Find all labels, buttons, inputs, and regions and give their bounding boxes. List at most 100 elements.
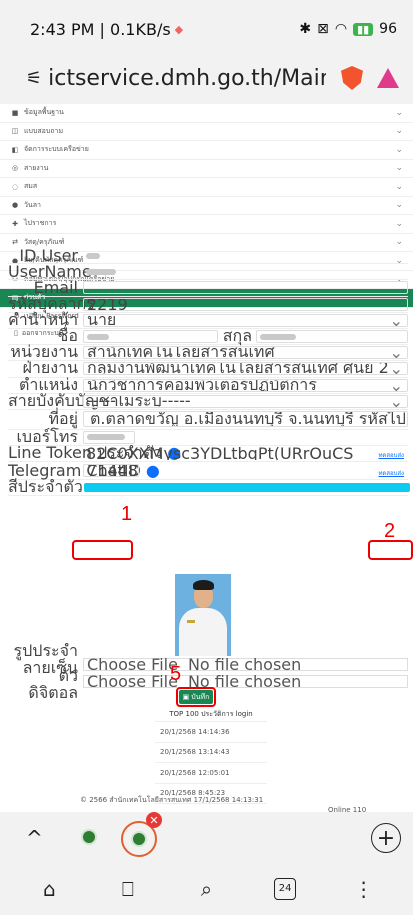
form-row-color: สีประจำตัว bbox=[8, 477, 410, 497]
account-value: -----ไม่ระบุ----- bbox=[87, 394, 191, 408]
menu-item-sms[interactable]: ◌ สมส ⌄ bbox=[0, 178, 413, 197]
username-field[interactable] bbox=[83, 265, 408, 278]
search-icon[interactable]: ⌕ bbox=[186, 869, 226, 909]
choose-file-button[interactable]: Choose File bbox=[87, 672, 178, 691]
bluetooth-icon: ✱ bbox=[299, 21, 312, 37]
position-value: นักวิชาการคอมพิวเตอร์ปฏิบัติการ bbox=[87, 378, 317, 392]
brave-rewards-icon[interactable] bbox=[377, 68, 399, 88]
menu-label: จัดการระบบเครือข่าย bbox=[24, 145, 89, 154]
chevron-down-icon: ⌄ bbox=[395, 181, 403, 192]
tabs-button[interactable]: 24 bbox=[265, 869, 305, 909]
line-test-send-link[interactable]: ทดสอบส่ง bbox=[378, 450, 404, 460]
telegram-test-send-link[interactable]: ทดสอบส่ง bbox=[378, 468, 404, 478]
prefix-select[interactable]: นาย ⌄ bbox=[83, 313, 408, 327]
url-bar: ⚟ ictservice.dmh.go.th/MainW bbox=[0, 58, 413, 98]
hair bbox=[193, 580, 214, 590]
menu-icon: ◎ bbox=[11, 164, 19, 173]
unit-select[interactable]: สำนักเทคโนโลยีสารสนเทศ ⌄ bbox=[83, 346, 408, 360]
table-row: 20/1/2568 13:14:43 bbox=[155, 743, 267, 763]
signature-file-input[interactable]: Choose File No file chosen bbox=[83, 672, 408, 691]
chevron-down-icon: ⌄ bbox=[395, 200, 403, 211]
email-field[interactable] bbox=[83, 281, 408, 295]
name-field[interactable] bbox=[83, 330, 218, 344]
unit-value: สำนักเทคโนโลยีสารสนเทศ bbox=[87, 346, 275, 360]
menu-icon: ◫ bbox=[11, 127, 19, 136]
chevron-down-icon: ⌄ bbox=[395, 218, 403, 229]
annotation-box-telegram-field bbox=[72, 540, 133, 560]
battery-icon: ▮▮ bbox=[353, 22, 374, 36]
id-field[interactable] bbox=[83, 249, 408, 262]
close-tab-icon[interactable]: ✕ bbox=[146, 812, 162, 828]
menu-label: วันลา bbox=[24, 200, 41, 209]
profile-form: ID User UserName Email รหัสบุคลากร 2219 … bbox=[8, 246, 410, 497]
chevron-down-icon: ⌄ bbox=[389, 378, 403, 392]
color-label: สีประจำตัว bbox=[8, 477, 83, 497]
chevron-down-icon: ⌄ bbox=[389, 313, 403, 327]
status-left: 2:43 PM | 0.1KB/s ◆ bbox=[30, 20, 183, 39]
battery-level: 96 bbox=[379, 21, 397, 37]
menu-item-official-trip[interactable]: ✚ ไปราชการ ⌄ bbox=[0, 215, 413, 234]
signature-upload-label: ลายเซ็นดิจิตอล bbox=[22, 658, 78, 702]
chevron-down-icon: ⌄ bbox=[395, 107, 403, 118]
emp-field[interactable]: 2219 bbox=[83, 297, 408, 311]
menu-icon: ⇄ bbox=[12, 238, 18, 247]
menu-item-survey[interactable]: ◫ แบบสอบถาม ⌄ bbox=[0, 123, 413, 141]
tab-count: 24 bbox=[274, 877, 297, 900]
chevron-down-icon: ⌄ bbox=[389, 394, 403, 408]
address-field[interactable]: ต.ตลาดขวัญ อ.เมืองนนทบุรี จ.นนทบุรี รหัส… bbox=[83, 411, 408, 428]
badge bbox=[187, 620, 195, 623]
chevron-down-icon: ⌄ bbox=[395, 126, 403, 137]
menu-label: สายงาน bbox=[24, 163, 49, 172]
bookmark-icon[interactable]: ⎕ bbox=[108, 869, 148, 909]
tab-strip: ^ ✕ + bbox=[0, 812, 413, 862]
telegram-chatid-field[interactable]: 7144858667 bbox=[83, 464, 139, 478]
address-bar[interactable]: ⚟ ictservice.dmh.go.th/MainW bbox=[26, 66, 326, 91]
menu-item-leave[interactable]: ● วันลา ⌄ bbox=[0, 197, 413, 215]
chevron-down-icon: ⌄ bbox=[395, 163, 403, 174]
status-bar: 2:43 PM | 0.1KB/s ◆ ✱ ⊠ ◠ ▮▮ 96 bbox=[0, 0, 413, 58]
photo-file-input[interactable]: Choose File No file chosen bbox=[83, 655, 408, 674]
copyright-text: © 2566 สำนักเทคโนโลยีสารสนเทศ bbox=[80, 796, 192, 804]
status-right: ✱ ⊠ ◠ ▮▮ 96 bbox=[299, 21, 397, 37]
menu-label: ไปราชการ bbox=[24, 219, 57, 228]
chevron-down-icon: ⌄ bbox=[389, 346, 403, 360]
home-icon[interactable]: ⌂ bbox=[29, 869, 69, 909]
menu-label: ข้อมูลพื้นฐาน bbox=[24, 108, 64, 117]
notification-icon: ◆ bbox=[174, 22, 184, 36]
surname-field[interactable] bbox=[256, 330, 408, 344]
site-settings-icon[interactable]: ⚟ bbox=[26, 68, 42, 89]
menu-icon[interactable]: ⋮ bbox=[344, 869, 384, 909]
wifi-icon: ◠ bbox=[334, 21, 348, 37]
division-select[interactable]: กลุ่มงานพัฒนาเทคโนโลยีสารสนเทศ ศูนย์ 2 ⌄ bbox=[83, 362, 408, 376]
annotation-box-save bbox=[176, 687, 216, 707]
division-value: กลุ่มงานพัฒนาเทคโนโลยีสารสนเทศ ศูนย์ 2 bbox=[87, 362, 389, 376]
account-select[interactable]: -----ไม่ระบุ----- ⌄ bbox=[83, 394, 408, 408]
tab-favicon bbox=[131, 831, 147, 847]
new-tab-button[interactable]: + bbox=[371, 823, 401, 853]
line-token-field[interactable]: 82C0XXMysc3YDLtbqPt(URrOuCSh8Cl0EVgeXc bbox=[83, 447, 353, 460]
table-row: 20/1/2568 14:14:36 bbox=[155, 722, 267, 743]
menu-icon: ■ bbox=[11, 108, 19, 117]
prefix-value: นาย bbox=[87, 313, 117, 327]
expand-tabs-icon[interactable]: ^ bbox=[26, 826, 43, 850]
menu-icon: ● bbox=[11, 201, 19, 210]
login-history-table: TOP 100 ประวัติการ login 20/1/2568 14:14… bbox=[155, 708, 267, 804]
menu-icon: ✚ bbox=[12, 219, 18, 228]
brave-shield-icon[interactable] bbox=[341, 66, 363, 90]
color-picker[interactable] bbox=[84, 483, 410, 493]
signature-upload-row: ลายเซ็นดิจิตอล Choose File No file chosen bbox=[8, 658, 408, 702]
status-time: 2:43 PM | 0.1KB/s bbox=[30, 19, 171, 39]
profile-photo bbox=[175, 574, 231, 656]
redacted bbox=[87, 333, 109, 340]
info-icon: ● bbox=[145, 461, 160, 481]
tab-favicon[interactable] bbox=[81, 829, 97, 845]
table-row: 17/1/2568 14:13:31 bbox=[193, 796, 264, 804]
menu-item-network[interactable]: ◧ จัดการระบบเครือข่าย ⌄ bbox=[0, 141, 413, 160]
mute-icon: ⊠ bbox=[317, 21, 329, 37]
address-value: ต.ตลาดขวัญ อ.เมืองนนทบุรี จ.นนทบุรี รหัส… bbox=[90, 411, 407, 428]
menu-label: สมส bbox=[24, 182, 38, 191]
menu-icon: ◌ bbox=[11, 182, 19, 191]
menu-item-worklines[interactable]: ◎ สายงาน ⌄ bbox=[0, 160, 413, 178]
position-select[interactable]: นักวิชาการคอมพิวเตอร์ปฏิบัติการ ⌄ bbox=[83, 378, 408, 392]
menu-item-basic-info[interactable]: ■ ข้อมูลพื้นฐาน ⌄ bbox=[0, 104, 413, 123]
